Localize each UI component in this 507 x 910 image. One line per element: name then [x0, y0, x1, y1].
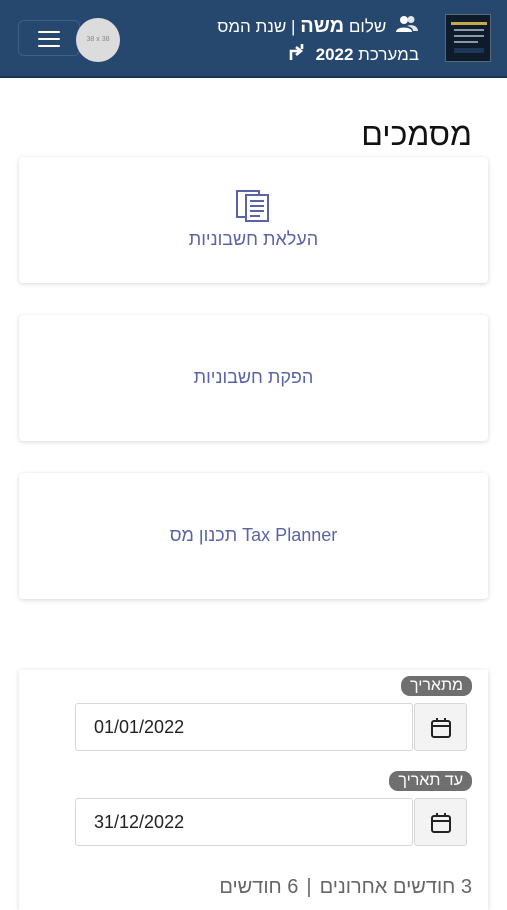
switch-year-icon[interactable] — [287, 43, 307, 69]
users-icon — [395, 15, 419, 40]
tax-year-line: במערכת 2022 — [287, 42, 419, 69]
calendar-icon — [431, 718, 451, 738]
app-logo[interactable] — [445, 14, 491, 62]
upload-invoices-card[interactable]: העלאת חשבוניות — [19, 157, 488, 283]
user-name: משה — [300, 15, 345, 37]
to-date-label: עד תאריך — [389, 771, 472, 791]
issue-invoices-card[interactable]: הפקת חשבוניות — [19, 315, 488, 441]
upload-invoices-label: העלאת חשבוניות — [188, 229, 319, 249]
hamburger-icon — [38, 31, 60, 52]
menu-button[interactable] — [18, 20, 80, 56]
tax-year-value: 2022 — [315, 45, 354, 64]
documents-icon — [235, 189, 271, 228]
to-date-calendar-button[interactable] — [414, 798, 467, 846]
tax-planner-label: Tax Planner תכנון מס — [169, 525, 338, 545]
tax-year-label: שנת המס — [217, 17, 287, 36]
page-title: מסמכים — [361, 116, 472, 152]
avatar[interactable]: 38 x 38 — [76, 18, 120, 62]
from-date-calendar-button[interactable] — [414, 703, 467, 751]
tax-planner-card[interactable]: Tax Planner תכנון מס — [19, 473, 488, 599]
last-3-months-link[interactable]: 3 חודשים אחרונים — [320, 876, 472, 898]
to-date-input[interactable] — [75, 798, 413, 846]
app-header: 38 x 38 שלום משה | שנת המס במערכת 2022 — [0, 0, 507, 78]
date-filter-panel: מתאריך עד תאריך 3 חודשים אחרונים | 6 חודשי… — [19, 670, 488, 910]
greeting-prefix: שלום — [348, 17, 387, 36]
from-date-label: מתאריך — [400, 676, 472, 696]
greeting-separator: | — [291, 17, 296, 36]
from-date-input[interactable] — [75, 703, 413, 751]
issue-invoices-label: הפקת חשבוניות — [193, 367, 314, 387]
6-months-link[interactable]: 6 חודשים — [219, 876, 298, 898]
system-prefix: במערכת — [358, 45, 419, 64]
range-links: 3 חודשים אחרונים | 6 חודשים — [219, 876, 472, 899]
calendar-icon — [431, 813, 451, 833]
greeting-line: שלום משה | שנת המס — [217, 14, 419, 40]
range-separator: | — [306, 876, 312, 898]
